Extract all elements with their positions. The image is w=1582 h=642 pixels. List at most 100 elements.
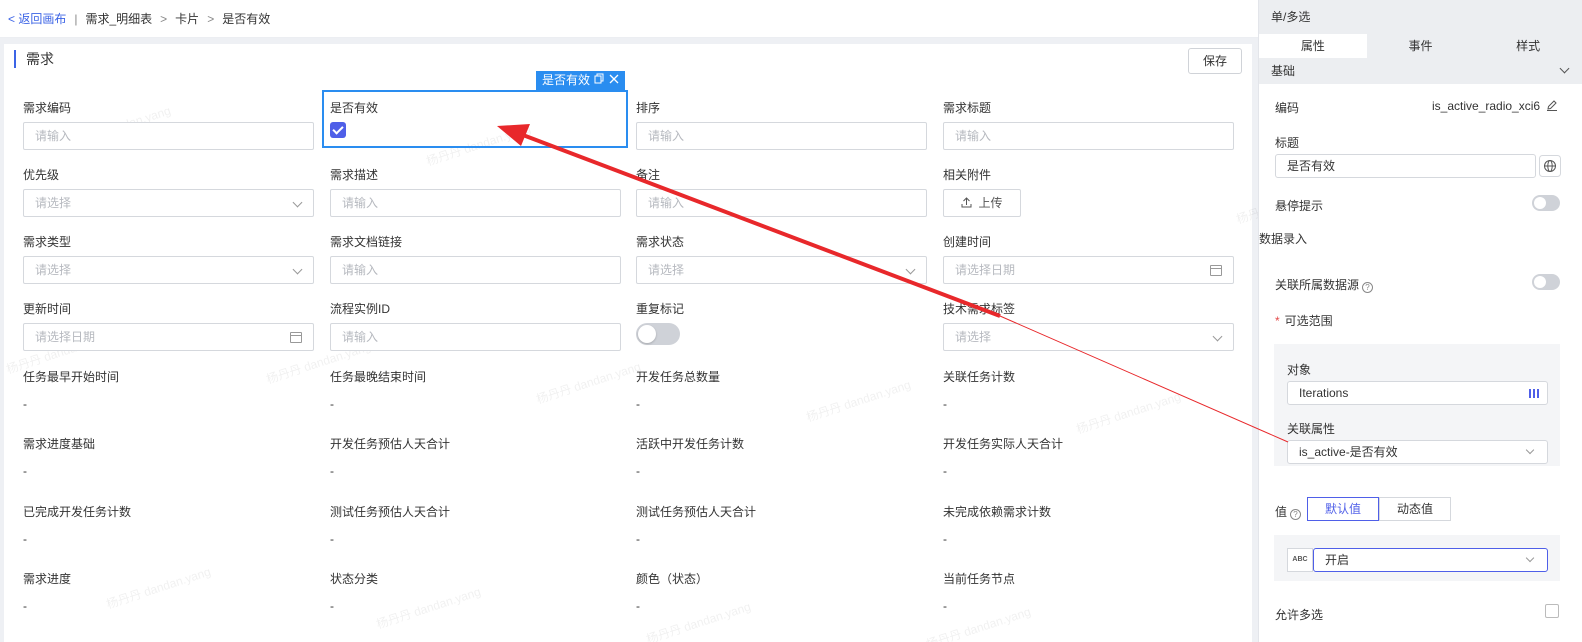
range-label: * 可选范围 [1275,312,1333,329]
select-placeholder: 请选择 [955,330,992,344]
default-value: 开启 [1325,553,1350,567]
back-to-canvas-link[interactable]: < 返回画布 [8,10,66,27]
type-select[interactable]: 请选择 [23,256,314,284]
tooltip-toggle[interactable] [1532,195,1560,211]
field-label: 优先级 [23,168,60,182]
title-label: 标题 [1275,136,1300,150]
title-input[interactable]: 是否有效 [1275,154,1536,178]
field-value: - [636,599,640,613]
panel-title: 单/多选 [1259,0,1582,34]
field-label: 技术需求标签 [943,302,1016,316]
priority-select[interactable]: 请选择 [23,189,314,217]
group-basic-header[interactable]: 基础 [1259,58,1582,84]
help-icon[interactable]: ? [1362,282,1374,293]
toggle-knob [638,325,656,343]
object-select[interactable]: Iterations [1287,381,1548,405]
seg-default-value[interactable]: 默认值 [1307,497,1379,521]
panel-tabs: 属性 事件 样式 [1259,34,1582,58]
chevron-down-icon [905,264,916,275]
field-label: 未完成依赖需求计数 [943,505,1052,519]
section-title: 需求 [14,50,54,68]
table-icon [1529,389,1539,398]
tab-events[interactable]: 事件 [1367,34,1475,58]
tab-styles[interactable]: 样式 [1474,34,1582,58]
field-label: 更新时间 [23,302,72,316]
field-status: 需求状态 请选择 [636,234,927,284]
field-label: 重复标记 [636,302,685,316]
field-value: - [330,397,334,411]
field-readonly: 开发任务总数量 - [636,369,927,411]
chevron-down-icon [292,197,303,208]
tab-properties[interactable]: 属性 [1259,34,1367,58]
field-label: 颜色（状态） [636,572,709,586]
attr-select[interactable]: is_active-是否有效 [1287,440,1548,464]
requirement-code-input[interactable]: 请输入 [23,122,314,150]
remark-input[interactable]: 请输入 [636,189,927,217]
default-value-select[interactable]: 开启 [1313,548,1548,572]
chevron-down-icon [1525,553,1535,563]
code-label: 编码 [1275,101,1300,115]
chevron-down-icon [1212,331,1223,342]
field-label: 需求进度基础 [23,437,96,451]
datasource-label: 关联所属数据源? [1275,276,1374,293]
select-placeholder: 请选择 [35,263,72,277]
field-requirement-title: 需求标题 请输入 [943,100,1234,150]
copy-icon[interactable] [594,71,605,90]
tech-tags-select[interactable]: 请选择 [943,323,1234,351]
created-at-datepicker[interactable]: 请选择日期 [943,256,1234,284]
process-id-input[interactable]: 请输入 [330,323,621,351]
tooltip-label: 悬停提示 [1275,199,1324,213]
duplicate-flag-toggle[interactable] [636,323,680,345]
required-mark: * [1275,314,1280,328]
upload-label: 上传 [978,196,1003,210]
globe-icon[interactable] [1539,155,1561,177]
field-readonly: 当前任务节点 - [943,571,1234,613]
field-label: 开发任务总数量 [636,370,721,384]
breadcrumb-item-field: 是否有效 [222,12,271,26]
close-icon[interactable] [609,71,619,90]
field-label: 开发任务实际人天合计 [943,437,1064,451]
chevron-down-icon [1559,63,1570,74]
field-label: 开发任务预估人天合计 [330,437,451,451]
updated-at-datepicker[interactable]: 请选择日期 [23,323,314,351]
field-label: 需求进度 [23,572,72,586]
breadcrumb-item-table[interactable]: 需求_明细表 [85,10,152,27]
field-created-at: 创建时间 请选择日期 [943,234,1234,284]
attr-label: 关联属性 [1287,422,1336,436]
help-icon[interactable]: ? [1290,509,1302,520]
field-value: - [943,464,947,478]
field-priority: 优先级 请选择 [23,167,314,217]
description-input[interactable]: 请输入 [330,189,621,217]
field-label: 已完成开发任务计数 [23,505,132,519]
requirement-title-input[interactable]: 请输入 [943,122,1234,150]
value-label-text: 值 [1275,505,1288,519]
field-label: 排序 [636,101,661,115]
datasource-label-text: 关联所属数据源 [1275,278,1360,292]
field-value: - [636,464,640,478]
field-value: - [330,599,334,613]
field-readonly: 颜色（状态） - [636,571,927,613]
object-value: Iterations [1299,386,1349,400]
field-is-active: 是否有效 [330,100,621,138]
sort-input[interactable]: 请输入 [636,122,927,150]
field-label: 流程实例ID [330,302,391,316]
field-remark: 备注 请输入 [636,167,927,217]
field-value: - [23,599,27,613]
status-select[interactable]: 请选择 [636,256,927,284]
upload-button[interactable]: 上传 [943,189,1021,217]
object-label: 对象 [1287,363,1312,377]
field-process-id: 流程实例ID 请输入 [330,301,621,351]
abc-type-icon[interactable]: ABC [1287,548,1313,572]
field-label: 活跃中开发任务计数 [636,437,745,451]
date-placeholder: 请选择日期 [955,263,1016,277]
edit-icon[interactable] [1546,99,1558,111]
group-data-header[interactable]: 数据录入 [1259,230,1582,247]
save-button[interactable]: 保存 [1188,48,1242,74]
value-label: 值? [1275,503,1302,520]
breadcrumb-item-card[interactable]: 卡片 [175,10,199,27]
seg-dynamic-value[interactable]: 动态值 [1379,497,1451,521]
datasource-toggle[interactable] [1532,274,1560,290]
is-active-checkbox[interactable] [330,122,346,138]
doc-link-input[interactable]: 请输入 [330,256,621,284]
multi-select-checkbox[interactable] [1545,604,1559,618]
